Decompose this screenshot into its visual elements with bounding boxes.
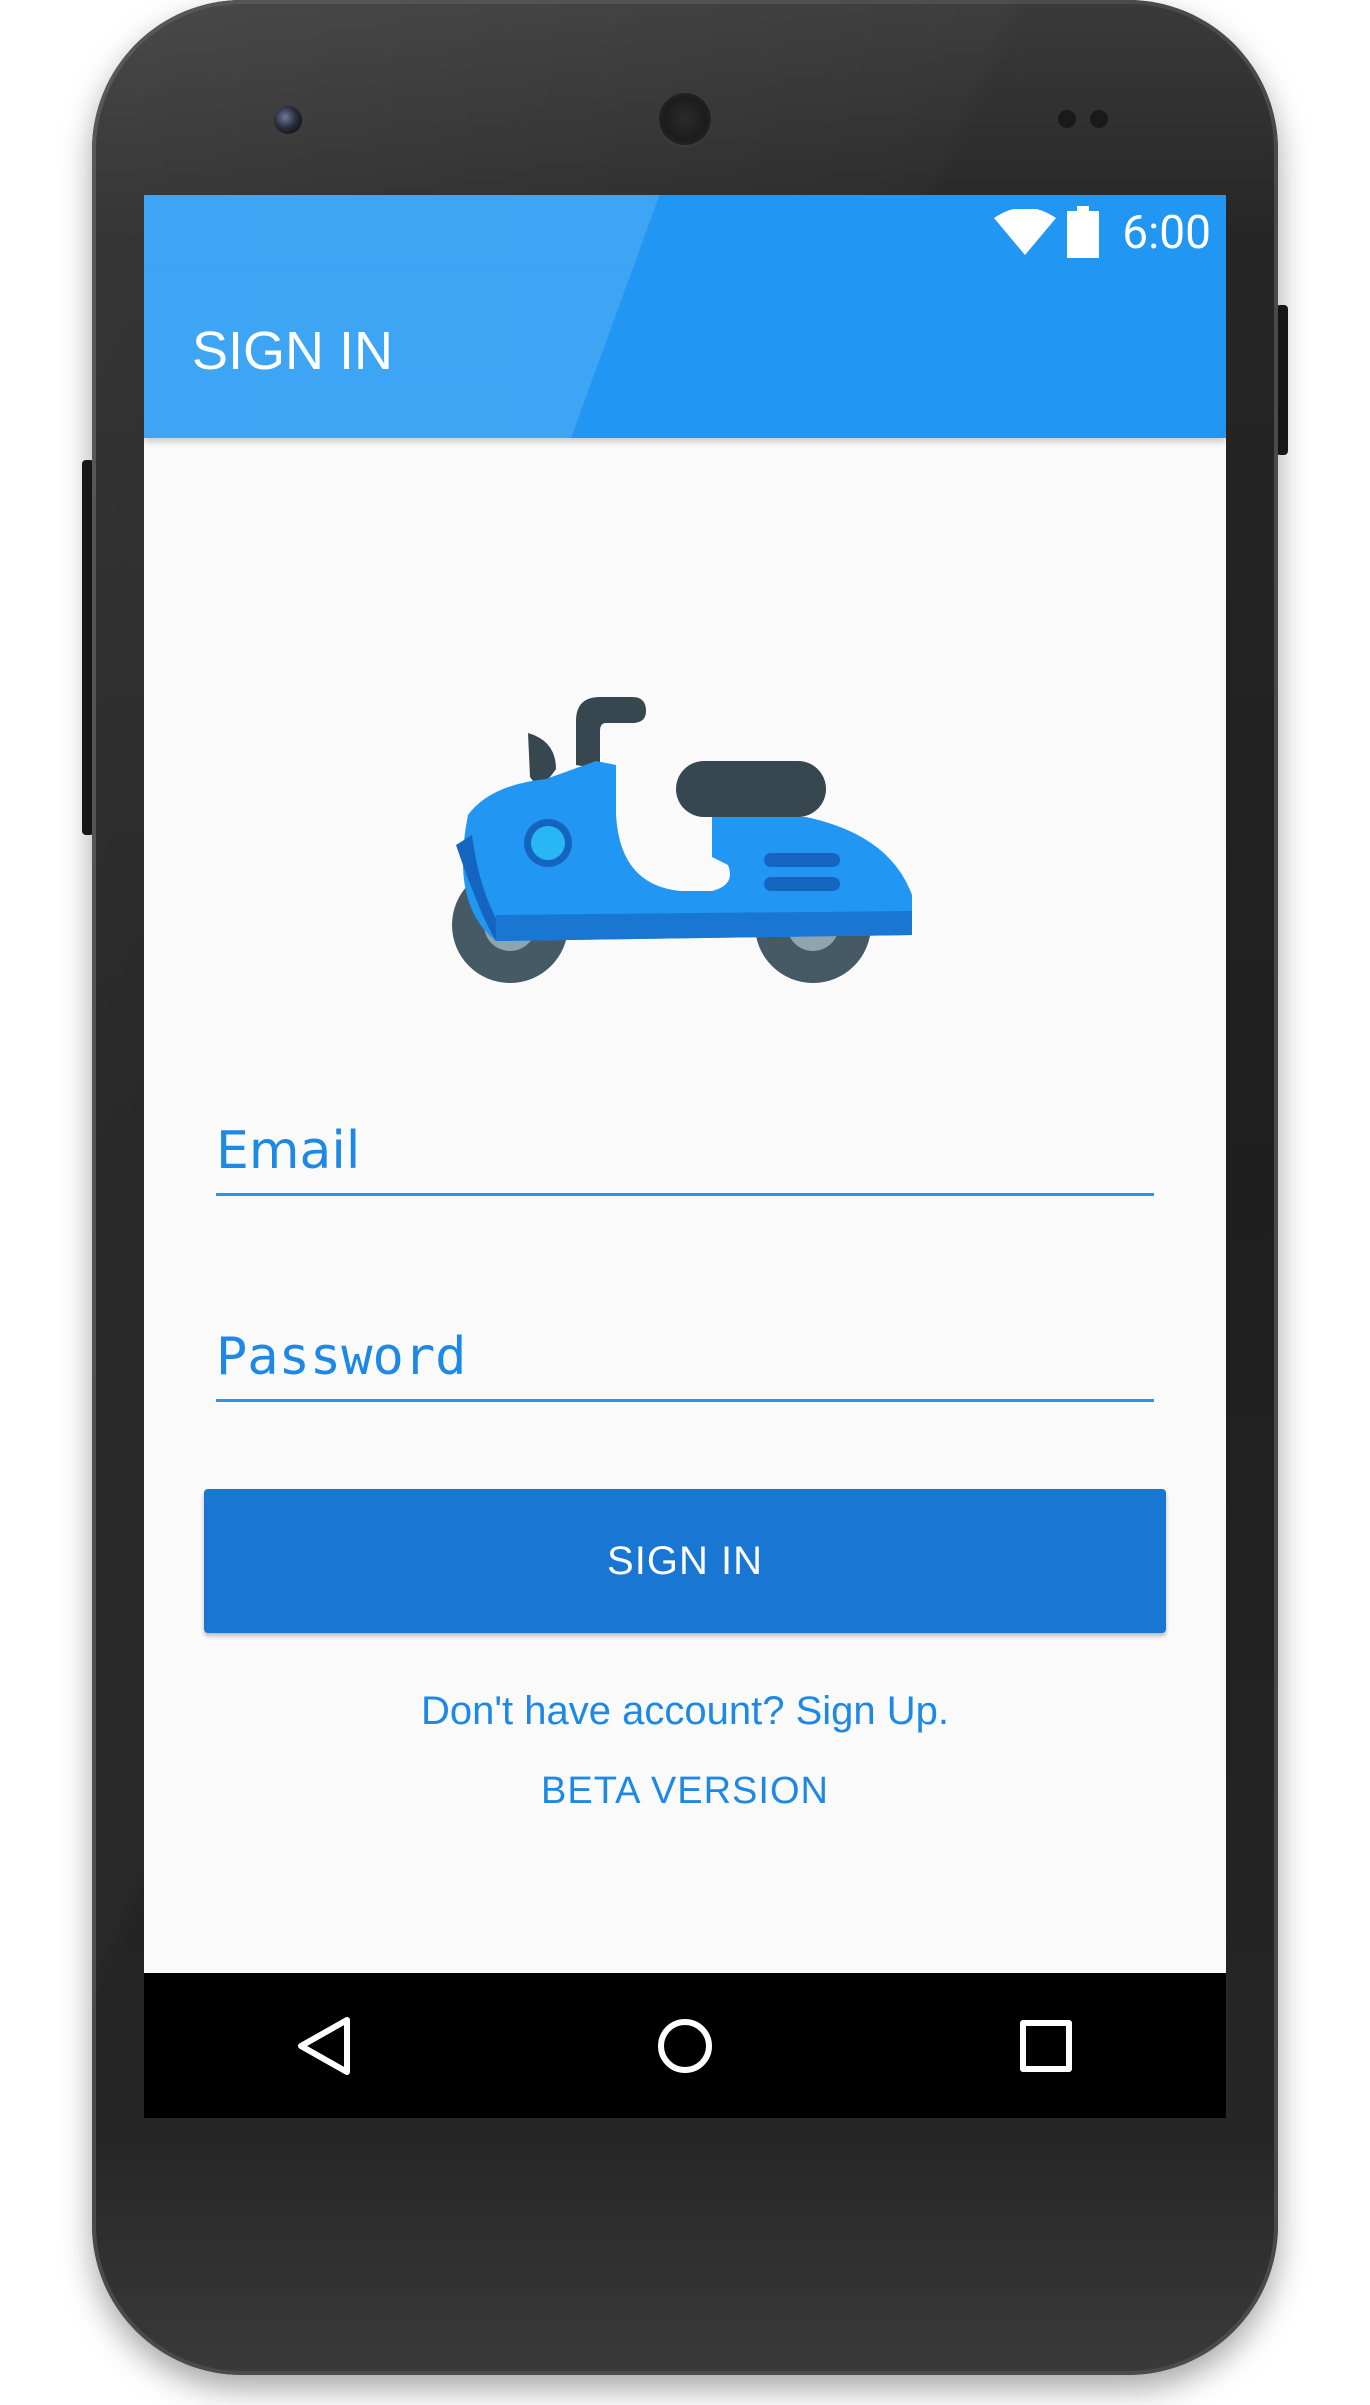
email-input[interactable] [216,1119,1154,1183]
battery-icon [1067,206,1099,258]
password-input[interactable] [216,1325,1154,1389]
proximity-sensor [1058,110,1076,128]
device-frame-stage: 6:00 SIGN IN Email SIGN IN Don't have ac… [0,0,1370,2405]
password-field[interactable] [216,1301,1154,1402]
home-icon [658,2018,712,2073]
earpiece-speaker [656,90,714,148]
front-camera [274,106,302,134]
recents-button[interactable] [971,1973,1121,2118]
status-time: 6:00 [1122,206,1211,260]
system-nav-bar [144,1973,1226,2118]
scooter-icon [452,697,912,983]
home-button[interactable] [610,1973,760,2118]
version-label: BETA VERSION [541,1770,829,1812]
recents-icon [1020,2019,1072,2072]
sign-up-link[interactable]: Don't have account? Sign Up. [144,1686,1226,1736]
light-sensor [1090,110,1108,128]
wifi-icon [994,209,1056,255]
back-button[interactable] [249,1973,399,2118]
status-bar: 6:00 [144,195,1226,270]
email-field[interactable] [216,1095,1154,1196]
device-screen: 6:00 SIGN IN Email SIGN IN Don't have ac… [144,195,1226,2118]
back-icon [298,2016,350,2075]
sign-in-button[interactable]: SIGN IN [204,1489,1166,1633]
page-title: SIGN IN [192,321,394,381]
